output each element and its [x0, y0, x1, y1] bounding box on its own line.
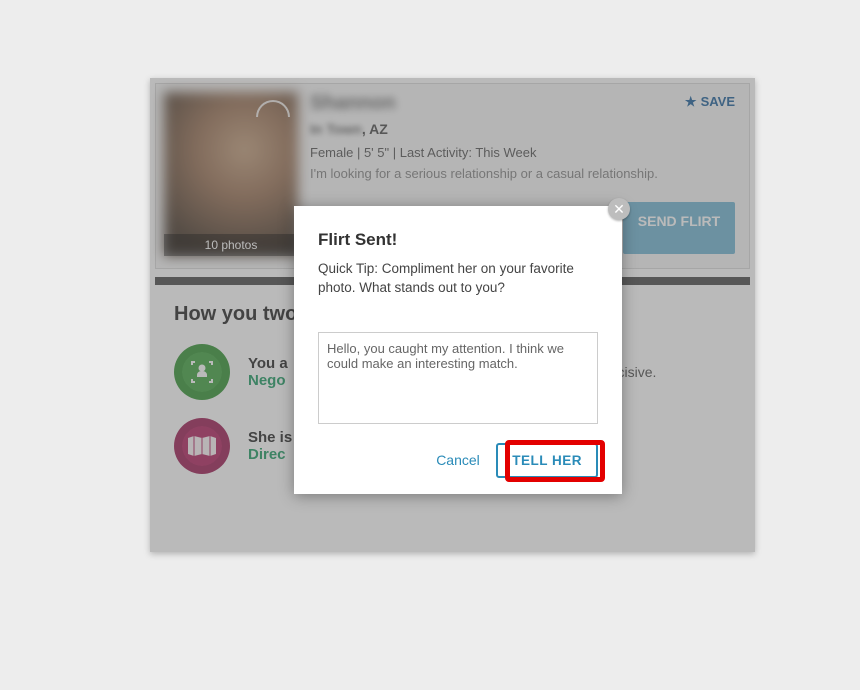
modal-title: Flirt Sent!	[318, 230, 598, 250]
message-input[interactable]	[318, 332, 598, 424]
tell-her-button[interactable]: TELL HER	[496, 443, 598, 478]
modal-tip: Quick Tip: Compliment her on your favori…	[318, 260, 598, 298]
cancel-button[interactable]: Cancel	[436, 452, 480, 468]
close-icon[interactable]: ✕	[608, 198, 630, 220]
flirt-sent-modal: ✕ Flirt Sent! Quick Tip: Compliment her …	[294, 206, 622, 494]
modal-actions: Cancel TELL HER	[318, 443, 598, 478]
